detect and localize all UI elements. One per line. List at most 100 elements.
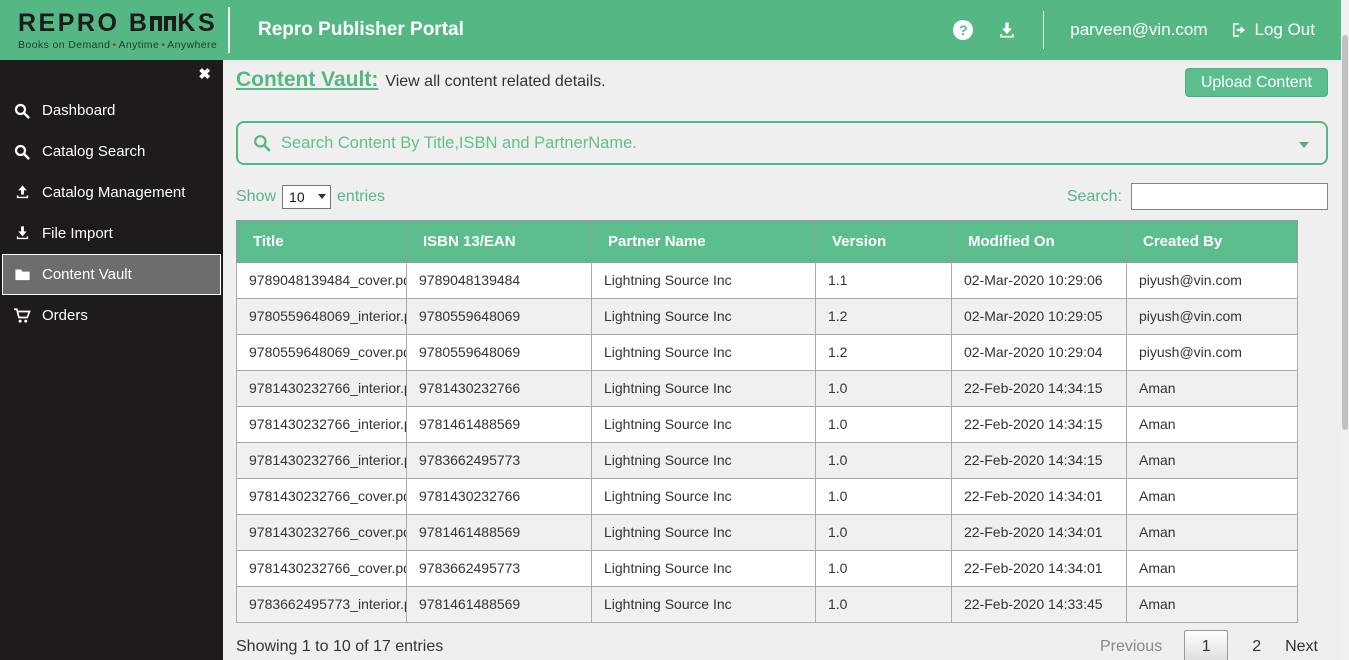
download-icon [12,225,32,242]
cell-title: 9789048139484_cover.pdf [236,262,407,299]
column-header-modified[interactable]: Modified On [951,220,1127,263]
upload-content-button[interactable]: Upload Content [1184,68,1328,97]
cell-created: Aman [1126,514,1298,551]
cell-modified: 22-Feb-2020 14:34:15 [951,442,1127,479]
table-row[interactable]: 9780559648069_cover.pdf 9780559648069 Li… [236,334,1298,371]
tagline-dot: • [161,39,166,51]
sidebar-item-orders[interactable]: Orders [2,295,221,336]
sidebar-item-label: Content Vault [42,266,132,283]
table-row[interactable]: 9781430232766_cover.pdf 9783662495773 Li… [236,550,1298,587]
table-row[interactable]: 9781430232766_interior.pdf 9781430232766… [236,370,1298,407]
sidebar-item-label: Catalog Management [42,184,186,201]
cell-modified: 02-Mar-2020 10:29:05 [951,298,1127,335]
cell-created: piyush@vin.com [1126,334,1298,371]
sidebar-item-dashboard[interactable]: Dashboard [2,90,221,131]
download-icon[interactable] [997,20,1017,40]
column-header-partner[interactable]: Partner Name [591,220,816,263]
cell-partner: Lightning Source Inc [591,478,816,515]
folder-icon [12,266,32,283]
cell-modified: 22-Feb-2020 14:34:01 [951,514,1127,551]
entries-label: entries [337,187,386,205]
close-icon[interactable]: ✖ [198,65,211,83]
column-header-version[interactable]: Version [815,220,952,263]
cell-modified: 22-Feb-2020 14:34:15 [951,406,1127,443]
logo-book-o-icon [164,16,177,31]
portal-title: Repro Publisher Portal [258,19,464,40]
content-search-dropdown[interactable]: Search Content By Title,ISBN and Partner… [236,121,1328,165]
cell-isbn: 9783662495773 [406,550,592,587]
page-subtitle: View all content related details. [385,73,606,90]
table-search-label: Search: [1066,187,1122,205]
table-search-input[interactable] [1131,183,1328,210]
logo-text: REPRO B KS [18,9,218,37]
column-header-title[interactable]: Title [236,220,407,263]
cell-isbn: 9781461488569 [406,586,592,623]
cell-title: 9780559648069_interior.pdf [236,298,407,335]
pagination-next-button[interactable]: Next [1285,638,1318,656]
cell-version: 1.0 [815,442,952,479]
cell-isbn: 9781430232766 [406,478,592,515]
logo-tagline: Books on Demand • Anytime • Anywhere [18,39,218,51]
cell-modified: 22-Feb-2020 14:34:01 [951,550,1127,587]
content-table: Title ISBN 13/EAN Partner Name Version M… [236,220,1298,623]
logout-icon [1232,23,1245,37]
cell-isbn: 9781461488569 [406,514,592,551]
cell-title: 9781430232766_interior.pdf [236,370,407,407]
pagination-previous-button[interactable]: Previous [1100,638,1162,656]
cell-partner: Lightning Source Inc [591,334,816,371]
chevron-down-icon [318,194,327,199]
page-title: Content Vault: [236,68,379,91]
column-header-created[interactable]: Created By [1126,220,1298,263]
pagination-page-2-button[interactable]: 2 [1252,638,1261,656]
table-row[interactable]: 9781430232766_interior.pdf 9783662495773… [236,442,1298,479]
show-label: Show [236,187,277,205]
cell-isbn: 9780559648069 [406,334,592,371]
vertical-scrollbar[interactable] [1341,0,1349,660]
pagination-page-1-button[interactable]: 1 [1184,630,1229,660]
cell-created: Aman [1126,586,1298,623]
page-length-select[interactable]: 10 [282,184,332,209]
cell-title: 9781430232766_cover.pdf [236,478,407,515]
top-header-bar: REPRO B KS Books on Demand • Anytime • Anywhe… [0,0,1341,60]
cell-partner: Lightning Source Inc [591,370,816,407]
cell-created: piyush@vin.com [1126,298,1298,335]
sidebar-item-catalog-management[interactable]: Catalog Management [2,172,221,213]
table-row[interactable]: 9781430232766_cover.pdf 9781461488569 Li… [236,514,1298,551]
repro-books-logo: REPRO B KS Books on Demand • Anytime • Anywhe… [18,9,218,51]
cell-partner: Lightning Source Inc [591,442,816,479]
tagline-dot: • [112,39,117,51]
scrollbar-thumb[interactable] [1342,35,1348,430]
table-row[interactable]: 9781430232766_cover.pdf 9781430232766 Li… [236,478,1298,515]
cell-version: 1.2 [815,298,952,335]
table-row[interactable]: 9781430232766_interior.pdf 9781461488569… [236,406,1298,443]
sidebar-item-label: Orders [42,307,88,324]
cell-version: 1.0 [815,550,952,587]
cell-created: Aman [1126,478,1298,515]
cell-partner: Lightning Source Inc [591,550,816,587]
cell-version: 1.0 [815,478,952,515]
cell-modified: 22-Feb-2020 14:34:01 [951,478,1127,515]
logout-button[interactable]: Log Out [1230,20,1315,40]
table-row[interactable]: 9780559648069_interior.pdf 9780559648069… [236,298,1298,335]
cell-created: Aman [1126,370,1298,407]
help-icon[interactable]: ? [953,20,974,40]
sidebar-item-content-vault[interactable]: Content Vault [2,254,221,295]
sidebar-item-catalog-search[interactable]: Catalog Search [2,131,221,172]
chevron-down-icon [1299,142,1309,148]
cell-version: 1.1 [815,262,952,299]
cell-title: 9780559648069_cover.pdf [236,334,407,371]
cell-isbn: 9781461488569 [406,406,592,443]
cell-created: Aman [1126,442,1298,479]
table-row[interactable]: 9789048139484_cover.pdf 9789048139484 Li… [236,262,1298,299]
cell-title: 9781430232766_interior.pdf [236,442,407,479]
table-row[interactable]: 9783662495773_interior.pdf 9781461488569… [236,586,1298,623]
search-icon [12,143,32,161]
cell-partner: Lightning Source Inc [591,298,816,335]
cell-title: 9781430232766_cover.pdf [236,514,407,551]
main-content: Content Vault: View all content related … [223,60,1341,660]
cell-created: Aman [1126,406,1298,443]
column-header-isbn[interactable]: ISBN 13/EAN [406,220,592,263]
cell-version: 1.0 [815,514,952,551]
sidebar-item-file-import[interactable]: File Import [2,213,221,254]
sidebar-item-label: Catalog Search [42,143,146,160]
